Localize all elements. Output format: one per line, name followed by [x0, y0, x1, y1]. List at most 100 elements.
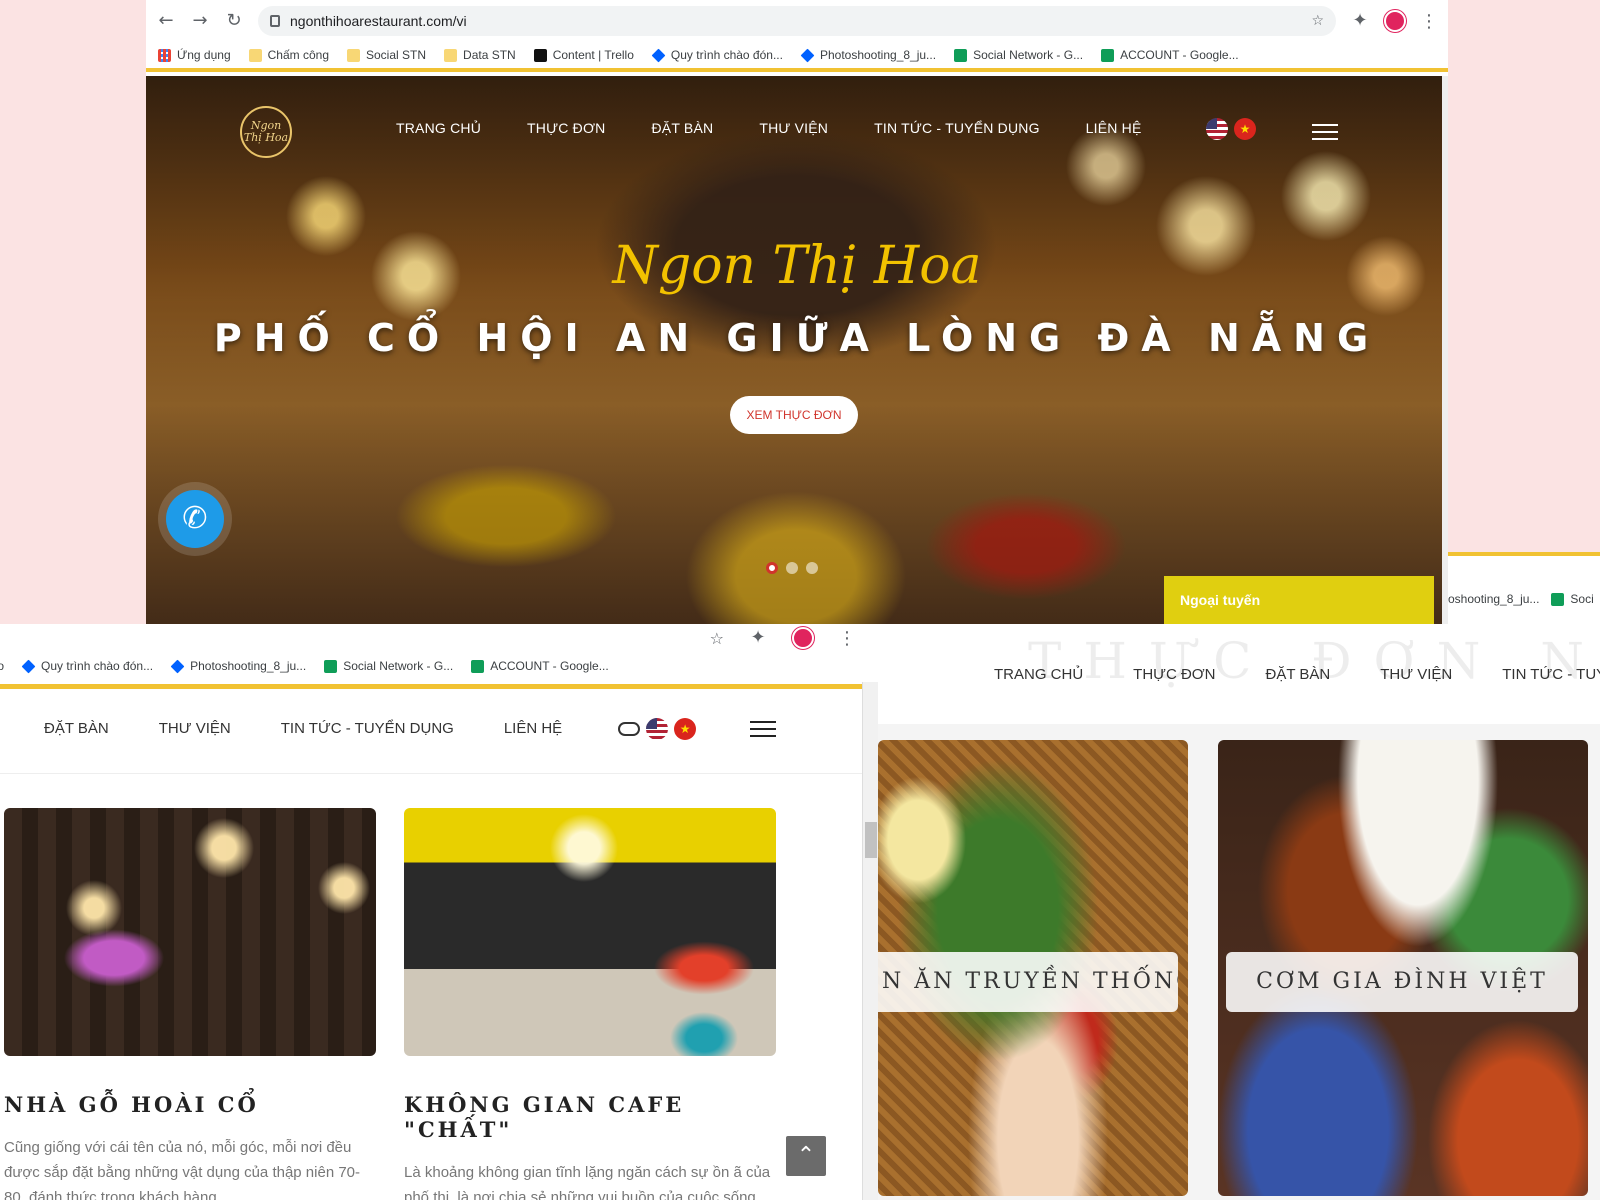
bookmark-item[interactable]: Social STN [347, 48, 426, 62]
tripadvisor-icon[interactable] [618, 721, 641, 736]
cafe-space-photo[interactable] [404, 808, 776, 1056]
reload-icon[interactable]: ↻ [224, 11, 244, 31]
bookmark-star-icon[interactable]: ☆ [710, 629, 724, 648]
partial-bookmarks-strip: oshooting_8_ju... Soci [1448, 552, 1600, 624]
scrollbar[interactable] [862, 682, 878, 1200]
card-title: NHÀ GỖ HOÀI CỔ [4, 1092, 259, 1117]
bookmark-item[interactable]: Social Network - G... [324, 659, 453, 673]
nav-item-home[interactable]: TRANG CHỦ [396, 120, 481, 136]
us-flag-icon[interactable] [646, 717, 669, 740]
bookmark-label: Data STN [463, 48, 516, 62]
lock-icon [270, 15, 280, 27]
profile-avatar[interactable] [1384, 10, 1406, 32]
vn-flag-icon[interactable]: ★ [674, 717, 697, 740]
menu-card-label: N ĂN TRUYỀN THỐNG [878, 952, 1178, 1012]
hero-headline: PHỐ CỔ HỘI AN GIỮA LÒNG ĐÀ NẴNG [213, 316, 1381, 360]
apps-icon [158, 48, 171, 62]
menu-card[interactable]: CƠM GIA ĐÌNH VIỆT [1218, 740, 1588, 1196]
folder-icon [248, 48, 262, 62]
slider-dot[interactable] [786, 562, 798, 574]
hero-banner: Ngon Thị Hoa TRANG CHỦ THỰC ĐƠN ĐẶT BÀN … [146, 76, 1448, 624]
dropbox-icon [21, 659, 36, 673]
nav-item-news[interactable]: TIN TỨC - TUYỂN DỤNG [874, 120, 1040, 136]
nav-item-gallery[interactable]: THƯ VIỆN [159, 720, 231, 737]
chevron-up-icon: ⌃ [796, 1143, 816, 1168]
bookmark-label[interactable]: oshooting_8_ju... [1448, 592, 1539, 606]
feature-card[interactable]: NHÀ GỖ HOÀI CỔ Cũng giống với cái tên củ… [4, 808, 376, 1200]
bookmark-label[interactable]: llo [0, 659, 4, 673]
feature-card[interactable]: KHÔNG GIAN CAFE "CHẤT" Là khoảng không g… [404, 808, 776, 1200]
card-title: KHÔNG GIAN CAFE "CHẤT" [404, 1092, 685, 1142]
folder-icon [444, 48, 458, 62]
bookmark-item[interactable]: ACCOUNT - Google... [1101, 48, 1239, 62]
nav-item-menu[interactable]: THỰC ĐƠN [527, 120, 605, 136]
bookmark-label: Social Network - G... [343, 659, 454, 673]
bookmark-label: ACCOUNT - Google... [1120, 48, 1239, 62]
hamburger-menu-icon[interactable] [1312, 124, 1338, 140]
sheets-icon [1551, 592, 1565, 606]
nav-item-booking[interactable]: ĐẶT BÀN [651, 120, 713, 136]
hamburger-menu-icon[interactable] [750, 720, 777, 737]
vn-flag-icon[interactable]: ★ [1234, 118, 1256, 140]
profile-avatar[interactable] [792, 627, 814, 649]
bookmark-item[interactable]: Photoshooting_8_ju... [800, 48, 937, 62]
bookmark-label: Quy trình chào đón... [41, 659, 154, 673]
card-description: Là khoảng không gian tĩnh lặng ngăn cách… [404, 1164, 771, 1200]
bookmark-label: Social Network - G... [973, 48, 1084, 62]
bookmark-label: Photoshooting_8_ju... [190, 659, 307, 673]
bookmark-item[interactable]: Social Network - G... [954, 48, 1083, 62]
site-logo[interactable]: Ngon Thị Hoa [240, 106, 292, 158]
view-menu-button[interactable]: XEM THỰC ĐƠN [730, 396, 858, 434]
bookmark-label: ACCOUNT - Google... [490, 659, 609, 673]
back-arrow-icon[interactable]: ← [156, 11, 176, 31]
bookmark-label: Social STN [366, 48, 427, 62]
bookmarks-bar: Ứng dụng Chấm công Social STN Data STN C… [146, 42, 1448, 72]
nav-item-news[interactable]: TIN TỨC - TUYỂN DỤNG [281, 720, 454, 737]
bookmark-item[interactable]: Chấm công [248, 48, 329, 62]
section-watermark: THỰC ĐƠN NHÀ H [1028, 632, 1600, 690]
extensions-puzzle-icon[interactable]: ✦ [1350, 11, 1370, 31]
phone-call-icon[interactable]: ✆ [166, 490, 224, 548]
bookmark-label: Chấm công [267, 48, 329, 62]
site-nav: ĐẶT BÀN THƯ VIỆN TIN TỨC - TUYỂN DỤNG LI… [0, 684, 862, 774]
dropbox-icon [651, 48, 666, 62]
bookmark-item[interactable]: Quy trình chào đón... [651, 48, 783, 62]
browser-toolbar: ← → ↻ ngonthihoarestaurant.com/vi ☆ ✦ ⋮ [146, 0, 1448, 42]
bookmark-item[interactable]: ACCOUNT - Google... [471, 659, 609, 673]
card-description: Cũng giống với cái tên của nó, mỗi góc, … [4, 1139, 361, 1200]
nav-item-contact[interactable]: LIÊN HỆ [504, 720, 562, 737]
hero-script-title: Ngon Thị Hoa [612, 236, 982, 296]
bookmark-label[interactable]: Soci [1570, 592, 1593, 606]
browser-menu-icon[interactable]: ⋮ [1420, 11, 1438, 32]
sheets-icon [324, 659, 338, 673]
scrollbar-thumb[interactable] [865, 822, 877, 858]
bookmark-star-icon[interactable]: ☆ [1311, 13, 1324, 29]
dropbox-icon [170, 659, 185, 673]
bookmark-item[interactable]: Ứng dụng [158, 48, 231, 62]
bookmark-item[interactable]: Quy trình chào đón... [21, 659, 154, 673]
menu-card[interactable]: N ĂN TRUYỀN THỐNG [878, 740, 1188, 1196]
offline-chat-tab[interactable]: Ngoại tuyến [1164, 576, 1434, 624]
nav-item-booking[interactable]: ĐẶT BÀN [44, 720, 109, 737]
wooden-house-photo[interactable] [4, 808, 376, 1056]
forward-arrow-icon[interactable]: → [190, 11, 210, 31]
us-flag-icon[interactable] [1206, 118, 1228, 140]
slider-dot[interactable] [806, 562, 818, 574]
bookmark-item[interactable]: Data STN [444, 48, 516, 62]
dropbox-icon [800, 48, 815, 62]
browser-menu-icon[interactable]: ⋮ [838, 628, 856, 649]
bookmark-item[interactable]: Content | Trello [533, 48, 634, 62]
nav-item-gallery[interactable]: THƯ VIỆN [759, 120, 828, 136]
back-to-top-button[interactable]: ⌃ [786, 1136, 826, 1176]
slider-dot[interactable] [766, 562, 778, 574]
nav-item-contact[interactable]: LIÊN HỆ [1086, 120, 1142, 136]
bottom-right-browser-window: THỰC ĐƠN NHÀ H TRANG CHỦ THỰC ĐƠN ĐẶT BÀ… [878, 624, 1600, 1200]
bookmarks-bar: llo Quy trình chào đón... Photoshooting_… [0, 652, 878, 680]
bookmark-label: Photoshooting_8_ju... [819, 48, 937, 62]
main-nav: TRANG CHỦ THỰC ĐƠN ĐẶT BÀN THƯ VIỆN TIN … [396, 120, 1142, 136]
menu-card-label: CƠM GIA ĐÌNH VIỆT [1226, 952, 1578, 1012]
address-bar[interactable]: ngonthihoarestaurant.com/vi ☆ [258, 6, 1336, 36]
extensions-puzzle-icon[interactable]: ✦ [748, 628, 768, 648]
language-switcher: ★ [1206, 118, 1256, 140]
bookmark-item[interactable]: Photoshooting_8_ju... [170, 659, 307, 673]
